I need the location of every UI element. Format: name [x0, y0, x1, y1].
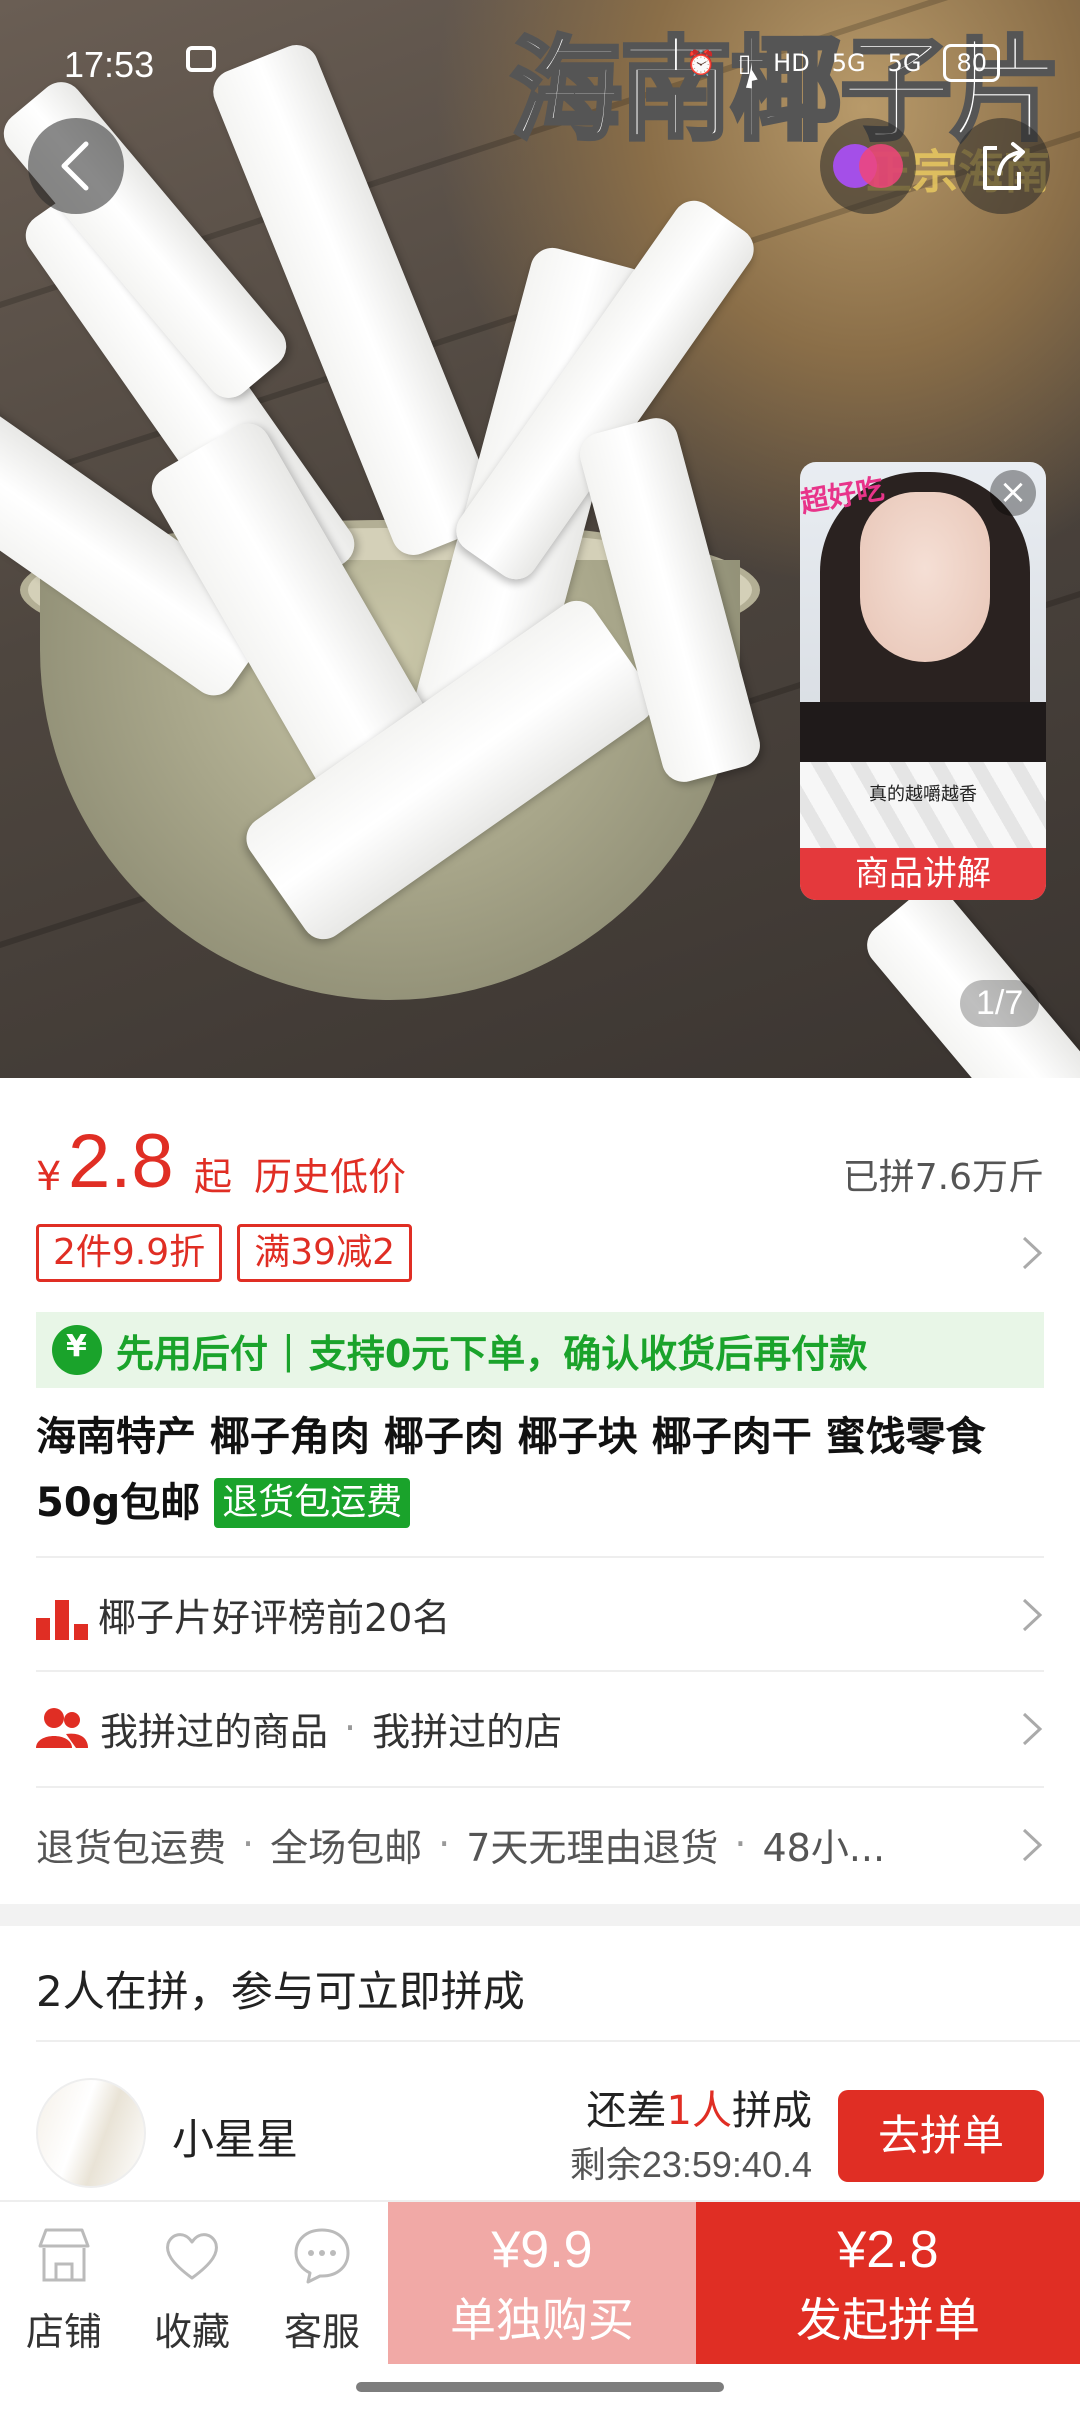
- ranking-icon: [36, 1588, 88, 1640]
- group-need: 还差1人拼成: [587, 2078, 812, 2136]
- dot-separator: ·: [344, 1706, 357, 1750]
- pinduoduo-home-button[interactable]: [820, 118, 916, 214]
- rank-text: 椰子片好评榜前20名: [98, 1595, 451, 1640]
- chevron-right-icon: [1022, 1598, 1043, 1632]
- status-time: 17:53: [64, 44, 155, 85]
- heart-icon: [166, 2233, 218, 2280]
- customer-service-tab[interactable]: 客服: [258, 2226, 386, 2356]
- divider: [36, 2040, 1080, 2042]
- vibrate-icon: ▯: [737, 49, 752, 77]
- price-amount: 2.8: [68, 1119, 174, 1204]
- chevron-left-icon: [61, 141, 89, 191]
- chevron-right-icon: [1022, 1236, 1043, 1270]
- popup-caption: 真的越嚼越香: [869, 784, 977, 805]
- shop-tab[interactable]: 店铺: [0, 2226, 128, 2356]
- free-return-shipping-tag: 退货包运费: [214, 1478, 411, 1528]
- share-icon: [983, 142, 1025, 190]
- pinduoduo-logo-icon: [833, 144, 903, 188]
- group-user-name: 小星星: [172, 2115, 299, 2164]
- pay-later-separator: |: [282, 1328, 295, 1372]
- people-icon: [36, 1708, 88, 1748]
- back-button[interactable]: [28, 118, 124, 214]
- battery-icon: 80: [943, 44, 1000, 82]
- service-item: 全场包邮: [270, 1825, 423, 1870]
- buy-alone-button[interactable]: ¥9.9 单独购买: [388, 2202, 696, 2366]
- presenter-snack: [800, 762, 1046, 852]
- presenter-face: [860, 492, 990, 662]
- store-icon: [38, 2228, 90, 2282]
- chevron-right-icon: [1022, 1712, 1043, 1746]
- alarm-icon: ⏰: [686, 49, 716, 77]
- group-buy-item: 小星星 还差1人拼成 剩余23:59:40.4 去拼单: [36, 2078, 1044, 2190]
- pay-later-icon: [52, 1325, 102, 1375]
- history-row[interactable]: 我拼过的商品 · 我拼过的店: [36, 1670, 1044, 1784]
- tv-icon: [186, 46, 216, 72]
- dot-separator: ·: [242, 1822, 255, 1866]
- section-divider: [0, 1904, 1080, 1926]
- home-indicator[interactable]: [356, 2382, 724, 2392]
- product-title: 海南特产 椰子角肉 椰子肉 椰子块 椰子肉干 蜜饯零食50g包邮 退货包运费: [36, 1404, 1046, 1536]
- join-group-button[interactable]: 去拼单: [838, 2090, 1044, 2182]
- coupon-tag[interactable]: 满39减2: [237, 1224, 412, 1282]
- chat-icon: [294, 2228, 350, 2284]
- favorite-tab[interactable]: 收藏: [128, 2226, 256, 2356]
- product-title-text: 海南特产 椰子角肉 椰子肉 椰子块 椰子肉干 蜜饯零食50g包邮: [36, 1414, 986, 1526]
- service-row[interactable]: 退货包运费 · 全场包邮 · 7天无理由退货 · 48小...: [36, 1786, 1044, 1900]
- pay-later-banner[interactable]: 先用后付 | 支持0元下单，确认收货后再付款: [36, 1312, 1044, 1388]
- product-explain-label[interactable]: 商品讲解: [800, 848, 1046, 900]
- signal-5g-2: 5G: [887, 49, 922, 77]
- rank-row[interactable]: 椰子片好评榜前20名: [36, 1556, 1044, 1670]
- customer-service-label: 客服: [283, 2310, 360, 2354]
- system-nav-bar: [0, 2364, 1080, 2414]
- start-group-button[interactable]: ¥2.8 发起拼单: [696, 2202, 1080, 2366]
- price-suffix: 起: [194, 1155, 233, 1199]
- sold-count: 已拼7.6万斤: [842, 1157, 1044, 1198]
- service-item: 7天无理由退货: [466, 1825, 719, 1870]
- history-goods[interactable]: 我拼过的商品: [100, 1701, 328, 1756]
- coconut-strip: [858, 878, 1080, 1078]
- service-item: 48小...: [762, 1825, 886, 1870]
- status-bar: 17:53 ⏰ ▯ HD 5G 5G 80: [0, 36, 1080, 96]
- group-remaining-time: 剩余23:59:40.4: [569, 2144, 812, 2185]
- live-explain-popup[interactable]: 超好吃 真的越嚼越香 × 商品讲解: [800, 462, 1046, 900]
- pay-later-desc: 支持0元下单，确认收货后再付款: [308, 1331, 868, 1376]
- need-suffix: 拼成: [732, 2088, 812, 2134]
- price-row: ¥ 2.8 起 历史低价 已拼7.6万斤: [36, 1118, 1044, 1208]
- need-count: 1人: [666, 2088, 732, 2134]
- history-shops[interactable]: 我拼过的店: [372, 1701, 562, 1756]
- buy-alone-price: ¥9.9: [491, 2221, 593, 2279]
- pay-later-title: 先用后付: [116, 1331, 269, 1376]
- historical-low-tag: 历史低价: [254, 1155, 407, 1199]
- favorite-label: 收藏: [153, 2310, 230, 2354]
- group-price: ¥2.8: [837, 2221, 939, 2279]
- share-button[interactable]: [954, 118, 1050, 214]
- image-counter: 1/7: [960, 980, 1040, 1027]
- need-prefix: 还差: [586, 2088, 667, 2134]
- avatar: [36, 2078, 146, 2188]
- signal-5g-1: 5G: [831, 49, 866, 77]
- hd-label: HD: [773, 49, 810, 77]
- coupon-tag[interactable]: 2件9.9折: [36, 1224, 223, 1282]
- shop-label: 店铺: [25, 2310, 102, 2354]
- group-buy-title: 2人在拼，参与可立即拼成: [36, 1967, 525, 2016]
- buy-alone-label: 单独购买: [450, 2293, 634, 2347]
- service-item: 退货包运费: [36, 1825, 227, 1870]
- group-label: 发起拼单: [796, 2293, 980, 2347]
- status-icons: ⏰ ▯ HD 5G 5G 80: [686, 44, 1000, 82]
- currency-symbol: ¥: [36, 1154, 62, 1200]
- chevron-right-icon: [1022, 1828, 1043, 1862]
- coupon-row[interactable]: 2件9.9折 满39减2: [36, 1224, 1044, 1282]
- dot-separator: ·: [438, 1822, 451, 1866]
- bottom-action-bar: 店铺 收藏 客服 ¥9.9 单独购买 ¥2.8 发起拼单: [0, 2200, 1080, 2366]
- close-icon[interactable]: ×: [990, 470, 1036, 516]
- dot-separator: ·: [734, 1822, 747, 1866]
